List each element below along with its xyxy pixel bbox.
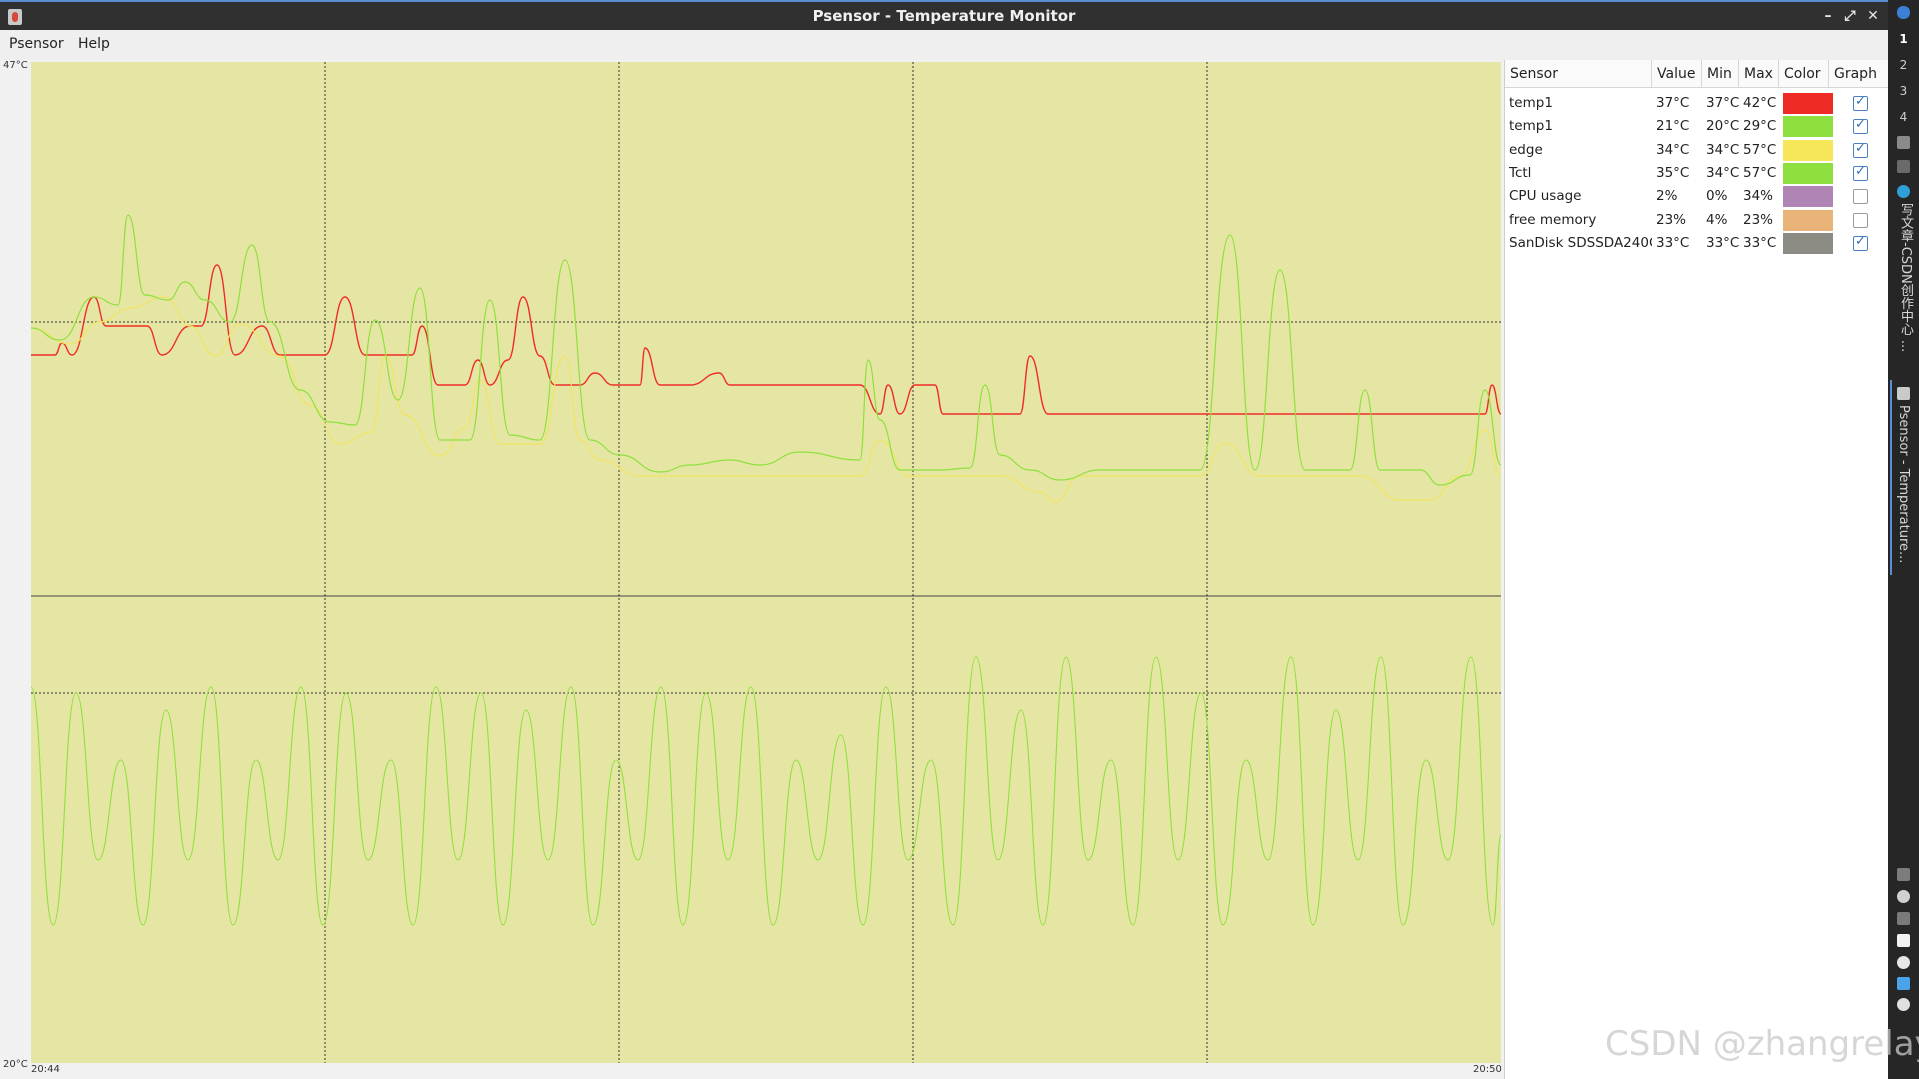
- graph-checkbox[interactable]: [1853, 164, 1868, 181]
- cell-min: 34°C: [1706, 164, 1739, 181]
- table-header: Sensor Value Min Max Color Graph: [1505, 60, 1889, 88]
- cell-sensor: temp1: [1509, 118, 1553, 135]
- cell-value: 33°C: [1656, 234, 1690, 251]
- cell-sensor: temp1: [1509, 95, 1553, 111]
- network-icon[interactable]: [1897, 956, 1910, 969]
- launcher-icon[interactable]: [1897, 6, 1910, 19]
- header-color[interactable]: Color: [1779, 60, 1829, 88]
- workspace-2[interactable]: 2: [1888, 58, 1919, 72]
- graph-checkbox[interactable]: [1853, 117, 1868, 135]
- color-swatch[interactable]: [1783, 232, 1833, 254]
- cell-value: 2%: [1656, 188, 1678, 205]
- y-axis-max-label: 47°C: [3, 60, 28, 71]
- cell-max: 42°C: [1743, 95, 1777, 111]
- header-max[interactable]: Max: [1739, 60, 1779, 88]
- header-min[interactable]: Min: [1702, 60, 1739, 88]
- table-row[interactable]: temp1 37°C 37°C 42°C: [1505, 92, 1889, 115]
- tray-notes-icon[interactable]: [1897, 934, 1910, 947]
- terminal-icon[interactable]: [1897, 160, 1910, 173]
- table-row[interactable]: temp1 21°C 20°C 29°C: [1505, 115, 1889, 138]
- cell-value: 34°C: [1656, 141, 1690, 158]
- x-axis-start-label: 20:44: [31, 1064, 60, 1075]
- graph-checkbox[interactable]: [1853, 141, 1868, 158]
- cell-value: 23%: [1656, 211, 1687, 228]
- sensor-graph: 47°C 20°C 20:44 20:50: [0, 60, 1504, 1079]
- minimize-button[interactable]: –: [1818, 6, 1838, 26]
- cell-min: 34°C: [1706, 141, 1739, 158]
- workspace-3[interactable]: 3: [1888, 84, 1919, 98]
- table-row[interactable]: CPU usage 2% 0% 34%: [1505, 185, 1889, 208]
- cell-min: 37°C: [1706, 95, 1739, 111]
- tray-screenshot-icon[interactable]: [1897, 868, 1910, 881]
- volume-icon[interactable]: [1897, 890, 1910, 903]
- graph-checkbox[interactable]: [1853, 94, 1868, 111]
- y-axis-min-label: 20°C: [3, 1059, 28, 1070]
- close-button[interactable]: ✕: [1863, 6, 1883, 26]
- cell-min: 20°C: [1706, 118, 1739, 135]
- cell-sensor: SanDisk SDSSDA240G: [1509, 234, 1652, 251]
- side-dock: 1 2 3 4 写文章-CSDN创作中心 ... Psensor - Tempe…: [1888, 0, 1919, 1079]
- cell-sensor: CPU usage: [1509, 188, 1582, 205]
- color-swatch[interactable]: [1783, 139, 1833, 161]
- table-row[interactable]: SanDisk SDSSDA240G 33°C 33°C 33°C: [1505, 232, 1889, 255]
- menu-bar: Psensor Help: [0, 30, 1888, 60]
- color-swatch[interactable]: [1783, 209, 1833, 231]
- taskbar-item-psensor[interactable]: Psensor - Temperature...: [1896, 405, 1911, 575]
- tray-app-icon[interactable]: [1897, 912, 1910, 925]
- browser-icon[interactable]: [1897, 185, 1910, 198]
- cell-sensor: free memory: [1509, 211, 1597, 228]
- graph-canvas: [30, 62, 1502, 1063]
- graph-checkbox[interactable]: [1853, 212, 1868, 228]
- menu-help[interactable]: Help: [78, 36, 110, 52]
- color-swatch[interactable]: [1783, 162, 1833, 184]
- active-task-indicator: [1890, 380, 1892, 575]
- color-swatch[interactable]: [1783, 93, 1833, 114]
- files-icon[interactable]: [1897, 136, 1910, 149]
- window-title: Psensor - Temperature Monitor: [812, 7, 1076, 25]
- graph-background: [31, 62, 1501, 1063]
- cell-max: 57°C: [1743, 141, 1777, 158]
- cell-min: 4%: [1706, 211, 1728, 228]
- table-row[interactable]: free memory 23% 4% 23%: [1505, 209, 1889, 232]
- watermark: CSDN @zhangrelay: [1605, 1024, 1919, 1064]
- color-swatch[interactable]: [1783, 116, 1833, 138]
- header-graph[interactable]: Graph: [1829, 60, 1889, 88]
- cell-sensor: edge: [1509, 141, 1543, 158]
- temperature-tray-icon[interactable]: [1897, 998, 1910, 1011]
- psensor-task-icon: [1897, 387, 1910, 400]
- workspace-4[interactable]: 4: [1888, 110, 1919, 124]
- x-axis-end-label: 20:50: [1473, 1064, 1502, 1075]
- cell-value: 37°C: [1656, 95, 1690, 111]
- header-sensor[interactable]: Sensor: [1505, 60, 1652, 88]
- cell-max: 23%: [1743, 211, 1774, 228]
- taskbar-item-csdn[interactable]: 写文章-CSDN创作中心 ...: [1896, 203, 1915, 368]
- app-root: Psensor - Temperature Monitor – ⤢ ✕ Psen…: [0, 0, 1919, 1079]
- cell-max: 29°C: [1743, 118, 1777, 135]
- tray-bluetooth-icon[interactable]: [1897, 977, 1910, 990]
- header-value[interactable]: Value: [1652, 60, 1702, 88]
- cell-min: 33°C: [1706, 234, 1739, 251]
- client-area: 47°C 20°C 20:44 20:50 Sensor Value Min M…: [0, 60, 1889, 1079]
- color-swatch[interactable]: [1783, 186, 1833, 208]
- cell-max: 33°C: [1743, 234, 1777, 251]
- cell-max: 57°C: [1743, 164, 1777, 181]
- title-bar[interactable]: Psensor - Temperature Monitor – ⤢ ✕: [0, 0, 1888, 30]
- cell-value: 21°C: [1656, 118, 1690, 135]
- cell-sensor: Tctl: [1509, 164, 1532, 181]
- cell-value: 35°C: [1656, 164, 1690, 181]
- graph-checkbox[interactable]: [1853, 234, 1868, 251]
- table-row[interactable]: Tctl 35°C 34°C 57°C: [1505, 162, 1889, 185]
- graph-checkbox[interactable]: [1853, 189, 1868, 205]
- menu-psensor[interactable]: Psensor: [9, 36, 64, 52]
- cell-max: 34%: [1743, 188, 1774, 205]
- workspace-1[interactable]: 1: [1888, 32, 1919, 46]
- maximize-button[interactable]: ⤢: [1840, 6, 1860, 26]
- cell-min: 0%: [1706, 188, 1728, 205]
- table-row[interactable]: edge 34°C 34°C 57°C: [1505, 139, 1889, 162]
- sensor-table: Sensor Value Min Max Color Graph temp1 37…: [1504, 60, 1889, 1079]
